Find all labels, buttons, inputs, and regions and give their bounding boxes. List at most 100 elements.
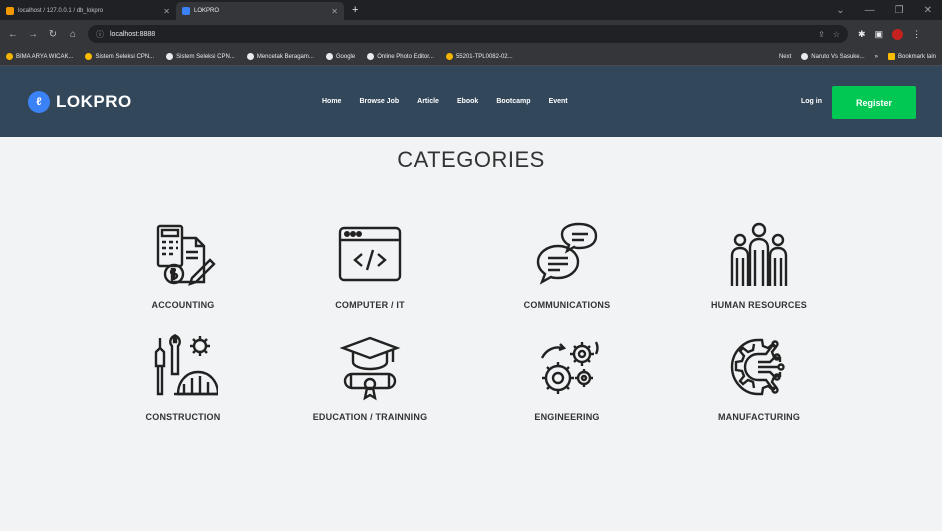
bookmark-star-icon[interactable]: ☆ [833,30,840,39]
category-label: CONSTRUCTION [145,412,221,422]
minimize-icon[interactable]: — [865,5,875,16]
category-accounting[interactable]: ACCOUNTING [98,220,268,310]
bookmark-item[interactable]: Next [779,54,791,60]
menu-kebab-icon[interactable]: ⋮ [912,29,921,40]
phpmyadmin-favicon-icon [6,7,14,15]
brand-name: LOKPRO [56,91,132,111]
bookmark-label: Sistem Seleksi CPN... [95,53,155,60]
folder-icon [887,53,895,60]
computer-code-icon [338,226,402,282]
address-bar[interactable]: ⓘ localhost:8888 ⇪ ☆ [88,25,848,43]
bookmark-favicon-icon [445,53,453,60]
forward-icon[interactable]: → [28,29,38,40]
nav-article[interactable]: Article [417,98,439,105]
other-bookmarks[interactable]: Bookmark lain [887,53,936,60]
back-icon[interactable]: ← [8,29,18,40]
tools-helmet-icon [154,334,218,396]
category-manufacturing[interactable]: MANUFACTURING [674,332,844,422]
category-computer-it[interactable]: COMPUTER / IT [285,220,455,310]
login-link[interactable]: Log in [801,66,822,137]
extensions-area: ✱ ▣ ⋮ [858,28,921,40]
chat-bubbles-icon [536,222,598,285]
extension-icon[interactable]: ✱ [858,29,866,40]
nav-home[interactable]: Home [322,98,341,105]
nav-bootcamp[interactable]: Bootcamp [496,98,530,105]
bookmark-label: Naruto Vs Sasuke... [811,53,865,60]
close-tab-icon[interactable]: ✕ [163,7,170,16]
window-controls: ⌄ — ❐ ✕ [836,5,942,16]
lokpro-logo-icon: ℓ [28,90,50,113]
close-tab-icon[interactable]: ✕ [331,7,338,16]
category-education-training[interactable]: EDUCATION / TRAINNING [285,332,455,422]
lokpro-favicon-icon [182,7,190,15]
tab-title: LOKPRO [194,8,220,14]
new-tab-icon[interactable]: + [344,4,366,16]
bookmark-item[interactable]: Google [325,53,356,60]
tab-search-icon[interactable]: ⌄ [836,5,844,16]
bookmark-favicon-icon [6,53,13,60]
browser-toolbar: ← → ↻ ⌂ ⓘ localhost:8888 ⇪ ☆ ✱ ▣ ⋮ [0,20,942,48]
restore-icon[interactable]: ❐ [895,5,904,16]
bookmark-label: Bookmark lain [897,53,936,60]
bookmark-item[interactable]: Mencetak Beragam... [246,53,314,60]
reload-icon[interactable]: ↻ [48,29,58,40]
bookmark-favicon-icon [246,53,254,60]
brand-logo[interactable]: ℓ LOKPRO [28,90,132,113]
bookmark-label: Google [335,53,356,60]
nav-event[interactable]: Event [549,98,568,105]
sidebar-icon[interactable]: ▣ [875,29,884,40]
category-label: MANUFACTURING [717,412,801,422]
categories-section: CATEGORIES ACCOUNTING COMPUTER / IT COMM… [0,137,942,531]
nav-ebook[interactable]: Ebook [457,98,478,105]
bookmark-label: BIMA ARYA WICAK... [16,53,74,60]
bookmark-favicon-icon [85,53,93,60]
google-icon [325,53,333,60]
gear-circuit-icon [730,338,785,396]
bookmark-item[interactable]: Sistem Seleksi CPN... [85,53,154,60]
more-bookmarks-icon[interactable]: » [875,54,878,60]
section-title: CATEGORIES [397,147,545,172]
browser-tab-strip: localhost / 127.0.0.1 / db_lokpro ✕ LOKP… [0,0,942,20]
bookmark-label: Next [778,53,792,60]
category-communications[interactable]: COMMUNICATIONS [482,220,652,310]
category-construction[interactable]: CONSTRUCTION [98,332,268,422]
bookmark-favicon-icon [166,53,174,60]
bookmark-favicon-icon [367,53,375,60]
bookmark-label: 55201-TPL0082-02... [455,53,513,60]
bookmark-item[interactable]: BIMA ARYA WICAK... [6,53,73,60]
bookmark-label: Mencetak Beragam... [256,53,314,60]
url-text[interactable]: localhost:8888 [110,31,155,38]
graduation-cap-icon [339,336,401,401]
browser-tab-lokpro[interactable]: LOKPRO ✕ [176,2,344,20]
people-group-icon [730,222,788,286]
nav-browse-job[interactable]: Browse Job [359,98,399,105]
accounting-icon [156,224,216,286]
register-button[interactable]: Register [832,86,916,119]
home-icon[interactable]: ⌂ [68,29,78,40]
category-label: COMMUNICATIONS [523,300,611,310]
main-nav: Home Browse Job Article Ebook Bootcamp E… [322,66,568,137]
tab-title: localhost / 127.0.0.1 / db_lokpro [18,8,104,14]
share-icon[interactable]: ⇪ [818,30,825,39]
bookmark-item[interactable]: Online Photo Editor... [367,53,434,60]
category-label: HUMAN RESOURCES [710,300,807,310]
site-header: ℓ LOKPRO Home Browse Job Article Ebook B… [0,66,942,137]
category-label: COMPUTER / IT [335,300,405,310]
close-window-icon[interactable]: ✕ [924,5,932,16]
category-label: EDUCATION / TRAINNING [312,412,428,422]
category-label: ACCOUNTING [151,300,215,310]
browser-tab-phpmyadmin[interactable]: localhost / 127.0.0.1 / db_lokpro ✕ [0,2,176,20]
category-human-resources[interactable]: HUMAN RESOURCES [674,220,844,310]
bookmark-label: Sistem Seleksi CPN... [176,53,235,60]
bookmark-label: Online Photo Editor... [377,53,434,60]
bookmark-item[interactable]: Sistem Seleksi CPN... [166,53,235,60]
site-info-icon[interactable]: ⓘ [96,29,104,40]
profile-avatar[interactable] [892,28,904,40]
bookmark-item[interactable]: 55201-TPL0082-02... [445,53,513,60]
bookmarks-bar: BIMA ARYA WICAK... Sistem Seleksi CPN...… [0,48,942,66]
bookmark-favicon-icon [801,53,809,60]
bookmark-item[interactable]: Naruto Vs Sasuke... [801,53,865,60]
category-engineering[interactable]: ENGINEERING [482,332,652,422]
category-label: ENGINEERING [534,412,600,422]
gears-icon [540,341,599,394]
